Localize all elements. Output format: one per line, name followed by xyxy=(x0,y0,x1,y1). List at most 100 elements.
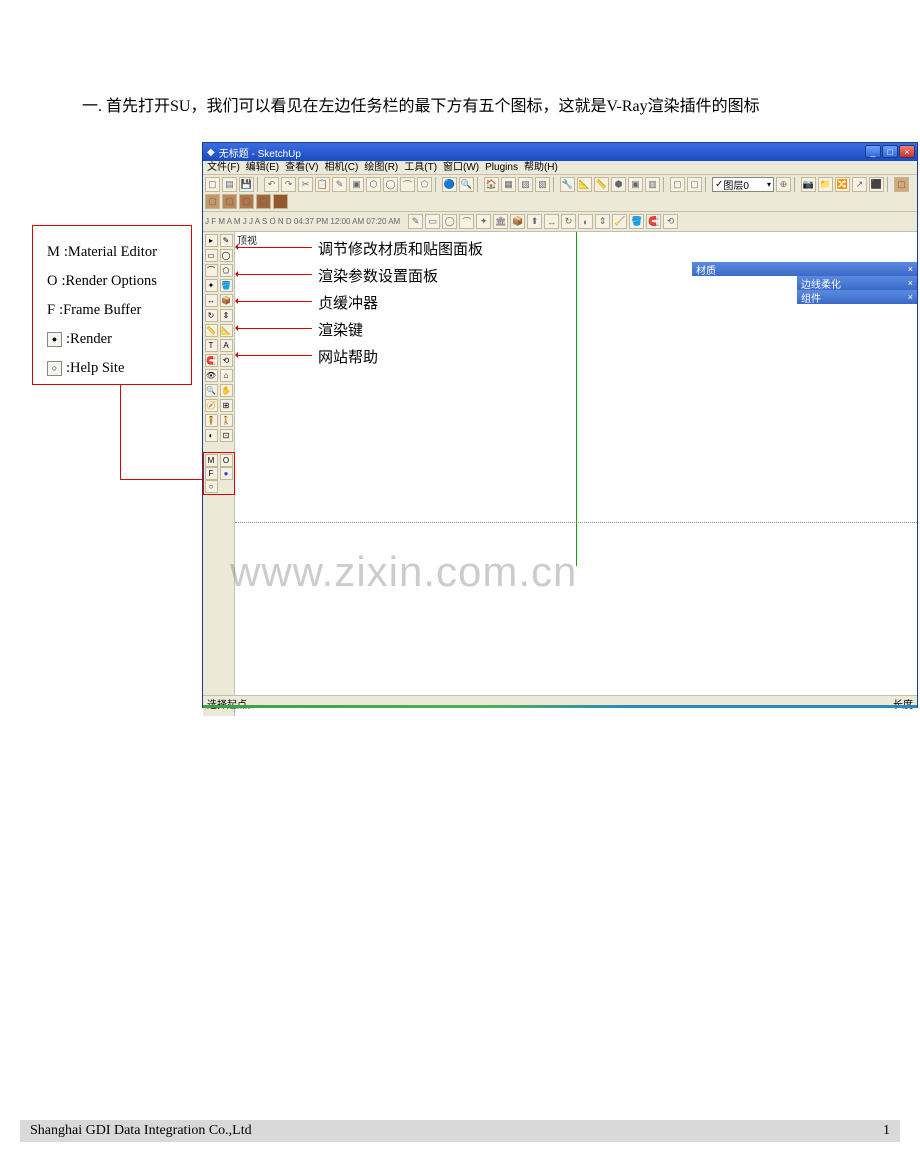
tool-button[interactable]: 📷 xyxy=(801,177,816,192)
tool-button[interactable]: ▣ xyxy=(628,177,643,192)
side-tool[interactable]: ✦ xyxy=(205,279,218,292)
menu-item[interactable]: 窗口(W) xyxy=(443,161,479,174)
menu-item[interactable]: Plugins xyxy=(485,161,518,174)
menu-item[interactable]: 查看(V) xyxy=(285,161,318,174)
tool-button[interactable]: 💾 xyxy=(239,177,254,192)
tool-button[interactable]: ▢ xyxy=(670,177,685,192)
tool-button[interactable]: 🔧 xyxy=(560,177,575,192)
side-tool[interactable]: ◐ xyxy=(205,429,218,442)
tool-button[interactable]: ▢ xyxy=(273,194,288,209)
tool-button[interactable]: ▧ xyxy=(535,177,550,192)
menu-item[interactable]: 帮助(H) xyxy=(524,161,558,174)
tool-button[interactable]: ▦ xyxy=(501,177,516,192)
tool-button[interactable]: 📦 xyxy=(510,214,525,229)
tool-button[interactable]: ⟲ xyxy=(663,214,678,229)
tool-button[interactable]: 🔍 xyxy=(459,177,474,192)
side-tool[interactable]: 📏 xyxy=(205,324,218,337)
tool-button[interactable]: 🔵 xyxy=(442,177,457,192)
side-tool[interactable]: 👁 xyxy=(205,369,218,382)
panel-close-icon[interactable]: × xyxy=(908,278,913,288)
panel-soften-edges[interactable]: 边线柔化× xyxy=(797,276,917,290)
side-tool[interactable]: ↻ xyxy=(205,309,218,322)
tool-button[interactable]: ↔ xyxy=(544,214,559,229)
side-tool[interactable]: T xyxy=(205,339,218,352)
vray-render-options-button[interactable]: O xyxy=(220,454,233,467)
vray-help-site-button[interactable]: ○ xyxy=(205,480,218,493)
side-tool[interactable]: ✎ xyxy=(220,234,233,247)
close-button[interactable]: × xyxy=(899,145,915,158)
tool-button[interactable]: ↶ xyxy=(264,177,279,192)
side-tool[interactable]: 📦 xyxy=(220,294,233,307)
tool-button[interactable]: ▢ xyxy=(894,177,909,192)
tool-button[interactable]: ⌒ xyxy=(459,214,474,229)
panel-components[interactable]: 组件× xyxy=(797,290,917,304)
tool-button[interactable]: 🏠 xyxy=(484,177,499,192)
side-tool[interactable]: ⌂ xyxy=(220,369,233,382)
tool-button[interactable]: 📏 xyxy=(594,177,609,192)
tool-button[interactable]: ▢ xyxy=(205,177,220,192)
maximize-button[interactable]: □ xyxy=(882,145,898,158)
tool-button[interactable]: 📁 xyxy=(818,177,833,192)
tool-button[interactable]: ⇕ xyxy=(595,214,610,229)
tool-button[interactable]: 📐 xyxy=(577,177,592,192)
tool-button[interactable]: ⬠ xyxy=(417,177,432,192)
tool-button[interactable]: ▤ xyxy=(222,177,237,192)
side-tool[interactable]: 🧭 xyxy=(205,399,218,412)
side-tool[interactable]: ⊡ xyxy=(220,429,233,442)
vray-frame-buffer-button[interactable]: F xyxy=(205,467,218,480)
side-tool[interactable]: A xyxy=(220,339,233,352)
tool-button[interactable]: ✎ xyxy=(332,177,347,192)
tool-button[interactable]: ▨ xyxy=(518,177,533,192)
menu-item[interactable]: 工具(T) xyxy=(404,161,437,174)
tool-button[interactable]: 🔀 xyxy=(835,177,850,192)
tool-button[interactable]: ⬢ xyxy=(611,177,626,192)
tool-button[interactable]: ✂ xyxy=(298,177,313,192)
tool-button[interactable]: ↻ xyxy=(561,214,576,229)
vray-material-editor-button[interactable]: M xyxy=(205,454,218,467)
side-tool[interactable]: ◯ xyxy=(220,249,233,262)
tool-button[interactable]: ↗ xyxy=(852,177,867,192)
tool-button[interactable]: ▢ xyxy=(239,194,254,209)
minimize-button[interactable]: _ xyxy=(865,145,881,158)
side-tool[interactable]: 📐 xyxy=(220,324,233,337)
tool-button[interactable]: ✎ xyxy=(408,214,423,229)
tool-button[interactable]: 🧲 xyxy=(646,214,661,229)
panel-close-icon[interactable]: × xyxy=(908,292,913,302)
side-tool[interactable]: ⇕ xyxy=(220,309,233,322)
side-tool[interactable]: ↔ xyxy=(205,294,218,307)
tool-button[interactable]: ▢ xyxy=(222,194,237,209)
side-tool[interactable]: ⬠ xyxy=(220,264,233,277)
tool-button[interactable]: ▥ xyxy=(645,177,660,192)
vray-render-button[interactable]: ● xyxy=(220,467,233,480)
tool-button[interactable]: ⊕ xyxy=(776,177,791,192)
tool-button[interactable]: ⬆ xyxy=(527,214,542,229)
side-tool[interactable]: 🪣 xyxy=(220,279,233,292)
tool-button[interactable]: 📋 xyxy=(315,177,330,192)
menu-item[interactable]: 绘图(R) xyxy=(364,161,398,174)
side-tool[interactable]: 🔍 xyxy=(205,384,218,397)
side-tool[interactable]: ⟲ xyxy=(220,354,233,367)
side-tool[interactable]: ✋ xyxy=(220,384,233,397)
tool-button[interactable]: ▣ xyxy=(349,177,364,192)
tool-button[interactable]: ✦ xyxy=(476,214,491,229)
tool-button[interactable]: ▢ xyxy=(687,177,702,192)
menu-item[interactable]: 编辑(E) xyxy=(246,161,279,174)
tool-button[interactable]: 🏛 xyxy=(493,214,508,229)
side-tool[interactable]: 🚶 xyxy=(220,414,233,427)
side-tool[interactable]: ⊞ xyxy=(220,399,233,412)
tool-button[interactable]: ⬡ xyxy=(366,177,381,192)
side-tool[interactable]: 🧲 xyxy=(205,354,218,367)
layer-selector[interactable]: ✓ 图层0 ▾ xyxy=(712,177,774,192)
tool-button[interactable]: ◯ xyxy=(383,177,398,192)
panel-materials[interactable]: 材质× xyxy=(692,262,917,276)
tool-button[interactable]: ▭ xyxy=(425,214,440,229)
menu-item[interactable]: 文件(F) xyxy=(207,161,240,174)
tool-button[interactable]: 🪣 xyxy=(629,214,644,229)
panel-close-icon[interactable]: × xyxy=(908,264,913,274)
tool-button[interactable]: ◐ xyxy=(578,214,593,229)
side-tool[interactable]: ▸ xyxy=(205,234,218,247)
side-tool[interactable]: ⌒ xyxy=(205,264,218,277)
menu-item[interactable]: 相机(C) xyxy=(324,161,358,174)
side-tool[interactable]: 🧍 xyxy=(205,414,218,427)
tool-button[interactable]: ◯ xyxy=(442,214,457,229)
